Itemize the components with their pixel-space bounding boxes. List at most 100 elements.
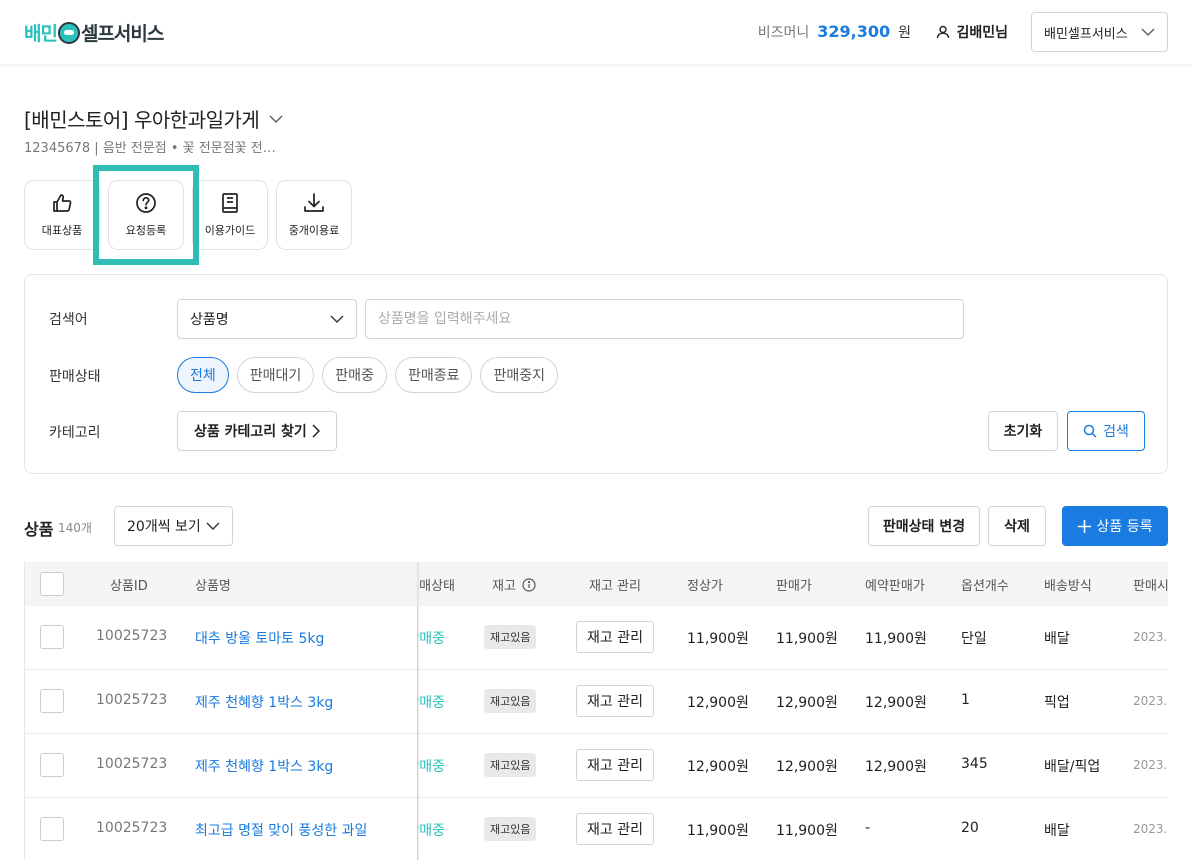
stock-manage-button[interactable]: 재고 관리: [576, 685, 654, 717]
reserve-price: -: [865, 820, 871, 836]
add-button-label: 상품 등록: [1096, 519, 1153, 535]
status-chip-all[interactable]: 전체: [177, 357, 229, 393]
sale-start-date: 2023. 1: [1133, 822, 1168, 836]
reserve-price: 12,900원: [865, 695, 927, 711]
column-header-reserve-price[interactable]: 예약판매가: [865, 575, 925, 594]
stock-manage-button[interactable]: 재고 관리: [576, 621, 654, 653]
reserve-price: 11,900원: [865, 631, 927, 647]
delivery-method: 배달: [1044, 631, 1070, 647]
book-icon: [222, 193, 238, 213]
keyword-type-select[interactable]: 상품명: [177, 299, 357, 339]
search-input[interactable]: [365, 299, 964, 339]
sale-status: 판매중: [418, 759, 445, 775]
status-chip-pending[interactable]: 판매대기: [236, 357, 315, 393]
brokerage-fee-button[interactable]: 중개이용료: [276, 180, 352, 250]
search-button-label: 검색: [1103, 424, 1129, 440]
download-icon: [304, 193, 324, 212]
sale-status: 판매중: [418, 695, 445, 711]
thumbs-up-icon: [53, 194, 72, 212]
sale-price: 12,900원: [776, 759, 838, 775]
column-header-stock: 재고: [492, 575, 536, 594]
chevron-down-icon: [206, 522, 220, 530]
fixed-column-shadow: [417, 562, 420, 860]
delivery-method: 배달/픽업: [1044, 759, 1101, 775]
per-page-select[interactable]: 20개씩 보기: [114, 506, 233, 546]
option-count: 20: [961, 820, 979, 836]
stock-badge: 재고있음: [484, 817, 537, 841]
product-table: 상품ID 상품명 판매상태 재고 재고 관리 정상가 판매가 예약판매가 옵션개…: [24, 562, 1168, 860]
column-header-delivery[interactable]: 배송방식: [1044, 575, 1092, 594]
column-header-sale-price[interactable]: 판매가: [776, 575, 812, 594]
top-header: 배민 셀프서비스 비즈머니 329,300 원 김배민님 배민셀프서비스: [0, 0, 1192, 64]
stock-manage-button[interactable]: 재고 관리: [576, 749, 654, 781]
select-all-checkbox[interactable]: [40, 572, 64, 596]
keyword-type-value: 상품명: [190, 312, 229, 328]
store-title-row[interactable]: [배민스토어] 우아한과일가게: [24, 104, 283, 133]
page-title: [배민스토어] 우아한과일가게: [24, 108, 260, 132]
status-chip-stopped[interactable]: 판매중지: [480, 357, 558, 393]
bizmoney: 비즈머니 329,300 원: [758, 22, 911, 42]
logo[interactable]: 배민 셀프서비스: [24, 19, 164, 46]
bizmoney-unit: 원: [898, 25, 911, 41]
bizmoney-amount[interactable]: 329,300: [817, 22, 890, 41]
status-chip-ended[interactable]: 판매종료: [394, 357, 473, 393]
quick-button-label: 중개이용료: [288, 224, 340, 237]
fixed-column-divider: [25, 606, 418, 860]
list-title: 상품: [24, 520, 54, 539]
sale-start-date: 2023. 1: [1133, 758, 1168, 772]
column-header-name[interactable]: 상품명: [195, 575, 231, 594]
status-chips: 전체 판매대기 판매중 판매종료 판매중지: [177, 357, 558, 393]
search-icon: [1083, 424, 1097, 438]
sale-start-date: 2023. 1: [1133, 630, 1168, 644]
sale-price: 11,900원: [776, 823, 838, 839]
highlight-box: [93, 165, 199, 265]
option-count: 1: [961, 692, 970, 708]
logo-text-service: 셀프서비스: [80, 23, 164, 45]
column-header-id[interactable]: 상품ID: [110, 575, 148, 594]
user-menu[interactable]: 김배민님: [936, 22, 1008, 42]
sale-status: 판매중: [418, 631, 445, 647]
option-count: 단일: [961, 631, 987, 647]
status-chip-on-sale[interactable]: 판매중: [322, 357, 387, 393]
status-change-button[interactable]: 판매상태 변경: [868, 506, 980, 546]
reset-button[interactable]: 초기화: [988, 411, 1058, 451]
add-product-button[interactable]: 상품 등록: [1062, 506, 1168, 546]
user-guide-button[interactable]: 이용가이드: [192, 180, 268, 250]
table-header: 상품ID 상품명 판매상태 재고 재고 관리 정상가 판매가 예약판매가 옵션개…: [25, 562, 1168, 606]
chevron-down-icon: [269, 115, 283, 123]
regular-price: 11,900원: [687, 823, 749, 839]
delete-button[interactable]: 삭제: [988, 506, 1046, 546]
sale-price: 11,900원: [776, 631, 838, 647]
column-header-options[interactable]: 옵션개수: [961, 575, 1009, 594]
list-count: 140개: [58, 521, 92, 535]
delivery-method: 배달: [1044, 823, 1070, 839]
search-button[interactable]: 검색: [1067, 411, 1145, 451]
store-select-value: 배민셀프서비스: [1044, 26, 1128, 42]
stock-badge: 재고있음: [484, 625, 537, 649]
chevron-down-icon: [1141, 28, 1155, 36]
store-subtitle: 12345678 | 음반 전문점 • 꽃 전문점꽃 전…: [24, 141, 276, 156]
column-header-sale-start[interactable]: 판매시작일: [1133, 575, 1168, 594]
sale-status: 판매중: [418, 823, 445, 839]
column-header-regular-price[interactable]: 정상가: [687, 575, 723, 594]
stock-badge: 재고있음: [484, 689, 537, 713]
regular-price: 12,900원: [687, 759, 749, 775]
regular-price: 12,900원: [687, 695, 749, 711]
regular-price: 11,900원: [687, 631, 749, 647]
bizmoney-label: 비즈머니: [757, 25, 810, 41]
plus-icon: [1077, 519, 1091, 533]
stock-badge: 재고있음: [484, 753, 537, 777]
category-search-button[interactable]: 상품 카테고리 찾기: [177, 411, 337, 451]
option-count: 345: [961, 756, 988, 772]
column-header-status[interactable]: 판매상태: [420, 575, 455, 594]
logo-text-brand: 배민: [24, 23, 58, 45]
store-select[interactable]: 배민셀프서비스: [1031, 12, 1168, 52]
reserve-price: 12,900원: [865, 759, 927, 775]
per-page-value: 20개씩 보기: [127, 519, 201, 535]
status-label: 판매상태: [49, 369, 101, 385]
info-icon[interactable]: [522, 577, 536, 592]
stock-manage-button[interactable]: 재고 관리: [576, 813, 654, 845]
sale-price: 12,900원: [776, 695, 838, 711]
featured-products-button[interactable]: 대표상품: [24, 180, 100, 250]
chevron-right-icon: [312, 424, 320, 438]
